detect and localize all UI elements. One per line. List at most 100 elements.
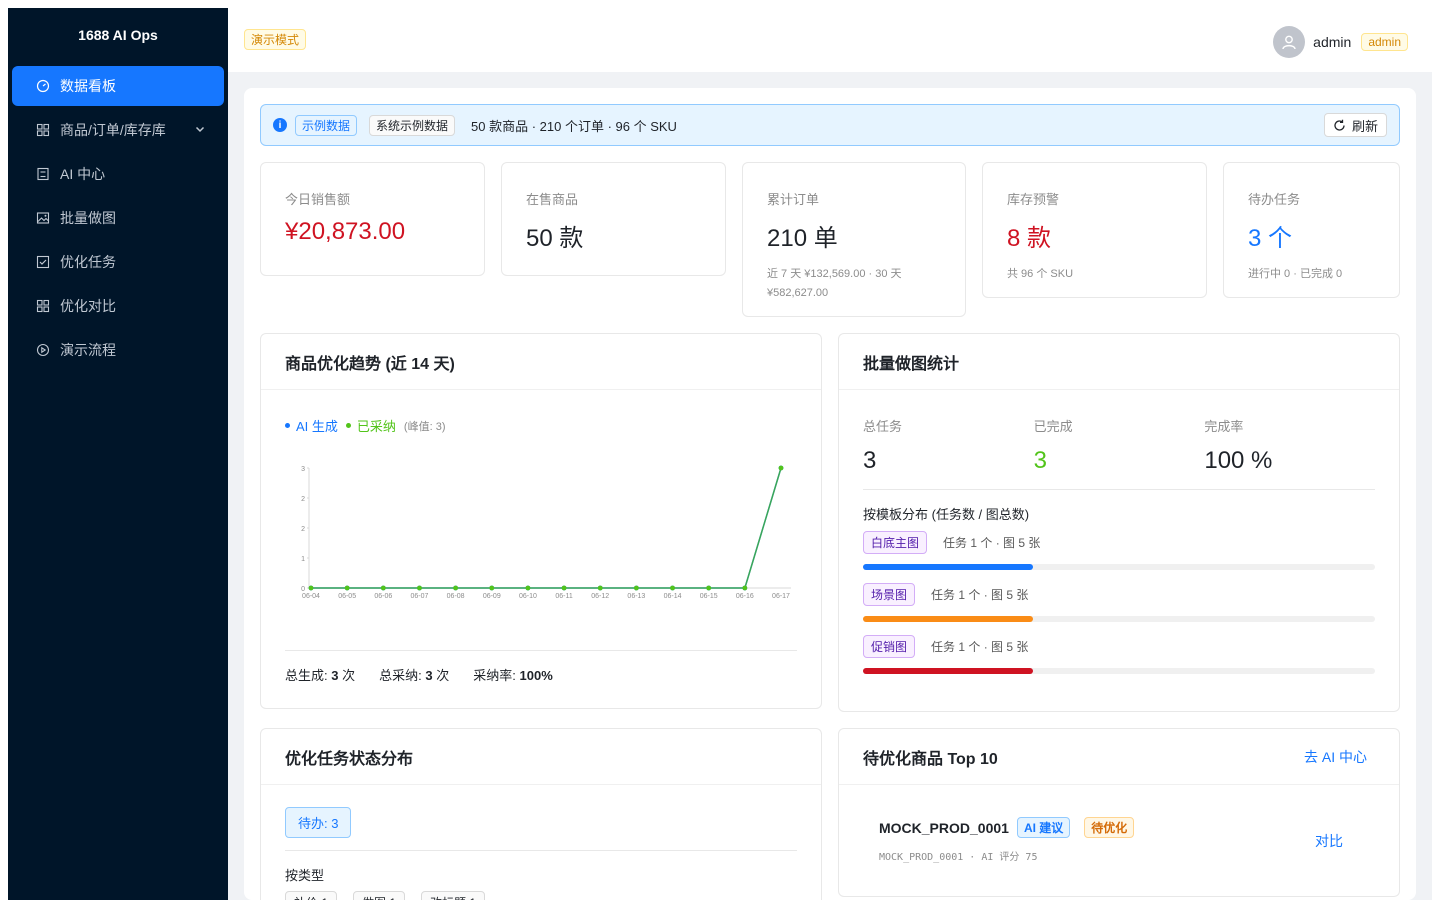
x-tick-label: 06-15 bbox=[700, 593, 718, 600]
role-tag: admin bbox=[1361, 33, 1408, 51]
info-icon: i bbox=[273, 118, 287, 132]
sidebar-item-ai-center[interactable]: AI 中心 bbox=[12, 154, 224, 194]
stat-pending-tasks: 待办任务 3 个 进行中 0 · 已完成 0 bbox=[1223, 162, 1400, 298]
legend-peak: (峰值: 3) bbox=[403, 420, 446, 433]
sidebar-item-products-orders-inventory[interactable]: 商品/订单/库存库 bbox=[12, 110, 224, 150]
refresh-label: 刷新 bbox=[1351, 118, 1378, 134]
stat-sub: 共 96 个 SKU bbox=[1007, 268, 1074, 280]
user-icon bbox=[1282, 35, 1296, 50]
chevron-down-icon bbox=[194, 122, 206, 138]
x-tick-label: 06-09 bbox=[483, 593, 501, 600]
data-point bbox=[453, 585, 459, 591]
batch-stat-value: 100 % bbox=[1204, 447, 1273, 474]
pending-tag[interactable]: 待办: 3 bbox=[285, 807, 352, 838]
demo-mode-tag: 演示模式 bbox=[244, 29, 307, 50]
play-circle-icon bbox=[36, 343, 50, 357]
product-meta: MOCK_PROD_0001 · AI 评分 75 bbox=[879, 852, 1038, 863]
stat-value: ¥20,873.00 bbox=[285, 218, 406, 245]
grid-icon bbox=[36, 299, 50, 313]
stat-label: 累计订单 bbox=[767, 192, 820, 207]
top-header: 演示模式 admin admin bbox=[228, 8, 1432, 72]
x-tick-label: 06-07 bbox=[411, 593, 429, 600]
batch-total: 总任务 3 bbox=[863, 416, 1034, 489]
y-tick-label: 0 bbox=[301, 586, 305, 593]
ai-suggest-tag: AI 建议 bbox=[1016, 817, 1071, 838]
legend-adopted-label: 已采纳 bbox=[356, 419, 396, 434]
data-point bbox=[706, 585, 712, 591]
username: admin bbox=[1313, 34, 1352, 50]
type-tag: 补价 1 bbox=[285, 891, 338, 900]
progress-fill bbox=[863, 668, 1034, 674]
x-tick-label: 06-08 bbox=[447, 593, 465, 600]
image-icon bbox=[36, 211, 50, 225]
sidebar-item-demo-flow[interactable]: 演示流程 bbox=[12, 330, 224, 370]
total-generated-unit: 次 bbox=[342, 668, 356, 683]
divider bbox=[285, 850, 797, 851]
compare-link[interactable]: 对比 bbox=[1315, 831, 1343, 851]
stat-value: 210 单 bbox=[767, 225, 838, 252]
progress-fill bbox=[863, 564, 1034, 570]
card-title: 优化任务状态分布 bbox=[261, 729, 821, 785]
total-generated: 总生成: 3 次 bbox=[285, 665, 355, 684]
data-point bbox=[489, 585, 495, 591]
stat-sub: 进行中 0 · 已完成 0 bbox=[1248, 268, 1343, 280]
distribution-row-promo: 促销图 任务 1 个 · 图 5 张 bbox=[863, 635, 1375, 679]
distribution-title: 按模板分布 (任务数 / 图总数) bbox=[863, 507, 1030, 522]
sidebar-item-optimize-compare[interactable]: 优化对比 bbox=[12, 286, 224, 326]
batch-stat-label: 完成率 bbox=[1204, 419, 1244, 434]
x-tick-label: 06-14 bbox=[664, 593, 682, 600]
sidebar-item-batch-images[interactable]: 批量做图 bbox=[12, 198, 224, 238]
legend-dot-ai bbox=[285, 423, 290, 428]
total-generated-value: 3 bbox=[331, 668, 339, 683]
template-count: 任务 1 个 · 图 5 张 bbox=[931, 640, 1029, 654]
series-line-0 bbox=[311, 467, 782, 589]
x-tick-label: 06-16 bbox=[736, 593, 754, 600]
refresh-icon bbox=[1333, 119, 1346, 132]
series-line-1 bbox=[311, 467, 782, 589]
chart-legend: AI 生成 已采纳 (峰值: 3) bbox=[285, 416, 445, 435]
sidebar-item-label: 演示流程 bbox=[60, 342, 116, 358]
alert-summary: 50 款商品 · 210 个订单 · 96 个 SKU bbox=[471, 118, 677, 134]
data-point bbox=[525, 585, 531, 591]
progress-bar bbox=[863, 616, 1375, 622]
sidebar-item-optimize-tasks[interactable]: 优化任务 bbox=[12, 242, 224, 282]
sidebar-item-label: AI 中心 bbox=[60, 166, 106, 182]
trend-card: 商品优化趋势 (近 14 天) AI 生成 已采纳 (峰值: 3) 012230… bbox=[260, 333, 822, 709]
batch-completion-rate: 完成率 100 % bbox=[1204, 416, 1375, 489]
progress-bar bbox=[863, 668, 1375, 674]
go-ai-center-link[interactable]: 去 AI 中心 bbox=[1304, 747, 1367, 767]
checkbox-icon bbox=[36, 255, 50, 269]
refresh-button[interactable]: 刷新 bbox=[1323, 113, 1387, 137]
stat-sub: 近 7 天 ¥132,569.00 · 30 天 ¥582,627.00 bbox=[767, 268, 902, 299]
sidebar: 1688 AI Ops 数据看板 商品/订单/库存库 AI 中心 批量做图 优化… bbox=[8, 8, 228, 900]
card-title: 批量做图统计 bbox=[839, 334, 1399, 390]
data-point bbox=[633, 585, 639, 591]
template-tag: 白底主图 bbox=[863, 531, 928, 554]
stat-label: 在售商品 bbox=[526, 192, 579, 207]
y-tick-label: 3 bbox=[301, 466, 305, 473]
batch-stat-value: 3 bbox=[863, 447, 877, 474]
x-tick-label: 06-17 bbox=[772, 593, 790, 600]
user-menu[interactable]: admin admin bbox=[1273, 26, 1408, 58]
type-tag: 改标题 1 bbox=[421, 891, 486, 900]
x-tick-label: 06-04 bbox=[302, 593, 320, 600]
by-type-label: 按类型 bbox=[285, 868, 325, 883]
product-name: MOCK_PROD_0001 bbox=[879, 819, 1009, 836]
x-tick-label: 06-12 bbox=[591, 593, 609, 600]
x-tick-label: 06-06 bbox=[374, 593, 392, 600]
robot-icon bbox=[36, 167, 50, 181]
trend-line-chart: 0 1 2 2 3 06-04 06-05 06-06 06-07 06-08 06-09 06-10… bbox=[301, 465, 791, 600]
template-tag: 场景图 bbox=[863, 583, 916, 606]
list-item: MOCK_PROD_0001 AI 建议 待优化 MOCK_PROD_0001 … bbox=[879, 817, 1135, 863]
avatar[interactable] bbox=[1273, 26, 1306, 58]
data-point bbox=[380, 585, 386, 591]
batch-summary: 总任务 3 已完成 3 完成率 100 % bbox=[863, 416, 1375, 490]
y-tick-label: 1 bbox=[301, 556, 305, 563]
stat-value: 8 款 bbox=[1007, 225, 1052, 252]
sidebar-item-dashboard[interactable]: 数据看板 bbox=[12, 66, 224, 106]
card-title: 待优化商品 Top 10 去 AI 中心 bbox=[839, 729, 1399, 785]
sample-data-alert: i 示例数据 系统示例数据 50 款商品 · 210 个订单 · 96 个 SK… bbox=[260, 104, 1400, 146]
template-tag: 促销图 bbox=[863, 635, 916, 658]
stat-value: 3 个 bbox=[1248, 225, 1293, 252]
batch-stats-card: 批量做图统计 总任务 3 已完成 3 完成率 100 % 按模板分布 (任务数 … bbox=[838, 333, 1400, 712]
